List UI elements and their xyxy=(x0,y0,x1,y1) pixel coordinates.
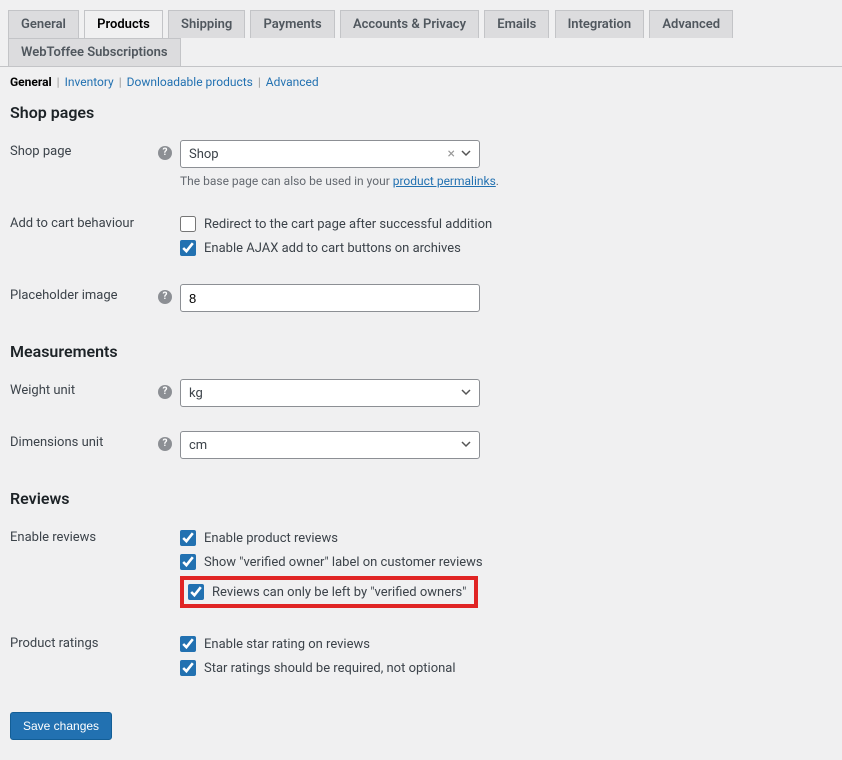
sub-nav: General | Inventory | Downloadable produ… xyxy=(0,67,842,97)
label-shop-page: Shop page ? xyxy=(10,128,180,200)
help-icon[interactable]: ? xyxy=(158,290,172,304)
redirect-checkbox-row[interactable]: Redirect to the cart page after successf… xyxy=(180,212,822,236)
tab-payments[interactable]: Payments xyxy=(250,10,334,38)
help-icon[interactable]: ? xyxy=(158,437,172,451)
shop-page-value: Shop xyxy=(189,147,448,162)
verified-only-checkbox[interactable] xyxy=(188,584,204,600)
tab-emails[interactable]: Emails xyxy=(484,10,549,38)
section-shop-pages: Shop pages xyxy=(10,103,832,122)
verified-only-row[interactable]: Reviews can only be left by "verified ow… xyxy=(188,584,466,600)
product-permalinks-link[interactable]: product permalinks xyxy=(393,174,496,188)
tab-general[interactable]: General xyxy=(8,10,79,38)
star-rating-row[interactable]: Enable star rating on reviews xyxy=(180,632,822,656)
chevron-down-icon xyxy=(461,386,471,401)
verified-owner-label-text: Show "verified owner" label on customer … xyxy=(204,555,483,570)
star-required-row[interactable]: Star ratings should be required, not opt… xyxy=(180,656,822,680)
label-weight-unit: Weight unit ? xyxy=(10,367,180,419)
highlighted-option: Reviews can only be left by "verified ow… xyxy=(180,576,478,608)
subnav-inventory[interactable]: Inventory xyxy=(65,75,114,89)
main-tabs: General Products Shipping Payments Accou… xyxy=(0,0,842,67)
ajax-checkbox-row[interactable]: Enable AJAX add to cart buttons on archi… xyxy=(180,236,822,260)
enable-reviews-checkbox[interactable] xyxy=(180,530,196,546)
ajax-checkbox[interactable] xyxy=(180,240,196,256)
section-reviews: Reviews xyxy=(10,489,832,508)
clear-icon[interactable]: × xyxy=(448,146,455,162)
tab-advanced[interactable]: Advanced xyxy=(649,10,733,38)
label-placeholder-image: Placeholder image ? xyxy=(10,272,180,324)
label-product-ratings: Product ratings xyxy=(10,620,180,692)
verified-owner-label-row[interactable]: Show "verified owner" label on customer … xyxy=(180,550,822,574)
tab-webtoffee[interactable]: WebToffee Subscriptions xyxy=(8,38,181,66)
verified-only-label: Reviews can only be left by "verified ow… xyxy=(212,585,466,600)
verified-owner-label-checkbox[interactable] xyxy=(180,554,196,570)
dimensions-unit-select[interactable]: cm xyxy=(180,431,480,459)
weight-unit-select[interactable]: kg xyxy=(180,379,480,407)
section-measurements: Measurements xyxy=(10,342,832,361)
subnav-downloadable[interactable]: Downloadable products xyxy=(127,75,253,89)
label-enable-reviews: Enable reviews xyxy=(10,514,180,620)
subnav-advanced[interactable]: Advanced xyxy=(266,75,319,89)
tab-integration[interactable]: Integration xyxy=(555,10,645,38)
label-add-to-cart: Add to cart behaviour xyxy=(10,200,180,272)
subnav-general[interactable]: General xyxy=(10,75,52,89)
enable-reviews-row[interactable]: Enable product reviews xyxy=(180,526,822,550)
placeholder-image-input[interactable] xyxy=(180,284,480,312)
star-required-label: Star ratings should be required, not opt… xyxy=(204,661,456,676)
label-dimensions-unit: Dimensions unit ? xyxy=(10,419,180,471)
tab-accounts[interactable]: Accounts & Privacy xyxy=(340,10,479,38)
ajax-label: Enable AJAX add to cart buttons on archi… xyxy=(204,241,461,256)
shop-page-select[interactable]: Shop × xyxy=(180,140,480,168)
star-rating-checkbox[interactable] xyxy=(180,636,196,652)
star-rating-label: Enable star rating on reviews xyxy=(204,637,370,652)
tab-products[interactable]: Products xyxy=(84,10,163,39)
settings-content: Shop pages Shop page ? Shop × The base p… xyxy=(0,103,842,760)
chevron-down-icon xyxy=(461,147,471,162)
save-button[interactable]: Save changes xyxy=(10,712,112,740)
help-icon[interactable]: ? xyxy=(158,385,172,399)
dimensions-unit-value: cm xyxy=(189,438,207,453)
redirect-checkbox[interactable] xyxy=(180,216,196,232)
tab-shipping[interactable]: Shipping xyxy=(168,10,245,38)
shop-page-desc: The base page can also be used in your p… xyxy=(180,174,822,188)
enable-reviews-label: Enable product reviews xyxy=(204,531,338,546)
help-icon[interactable]: ? xyxy=(158,146,172,160)
redirect-label: Redirect to the cart page after successf… xyxy=(204,217,492,232)
chevron-down-icon xyxy=(461,438,471,453)
weight-unit-value: kg xyxy=(189,386,203,401)
